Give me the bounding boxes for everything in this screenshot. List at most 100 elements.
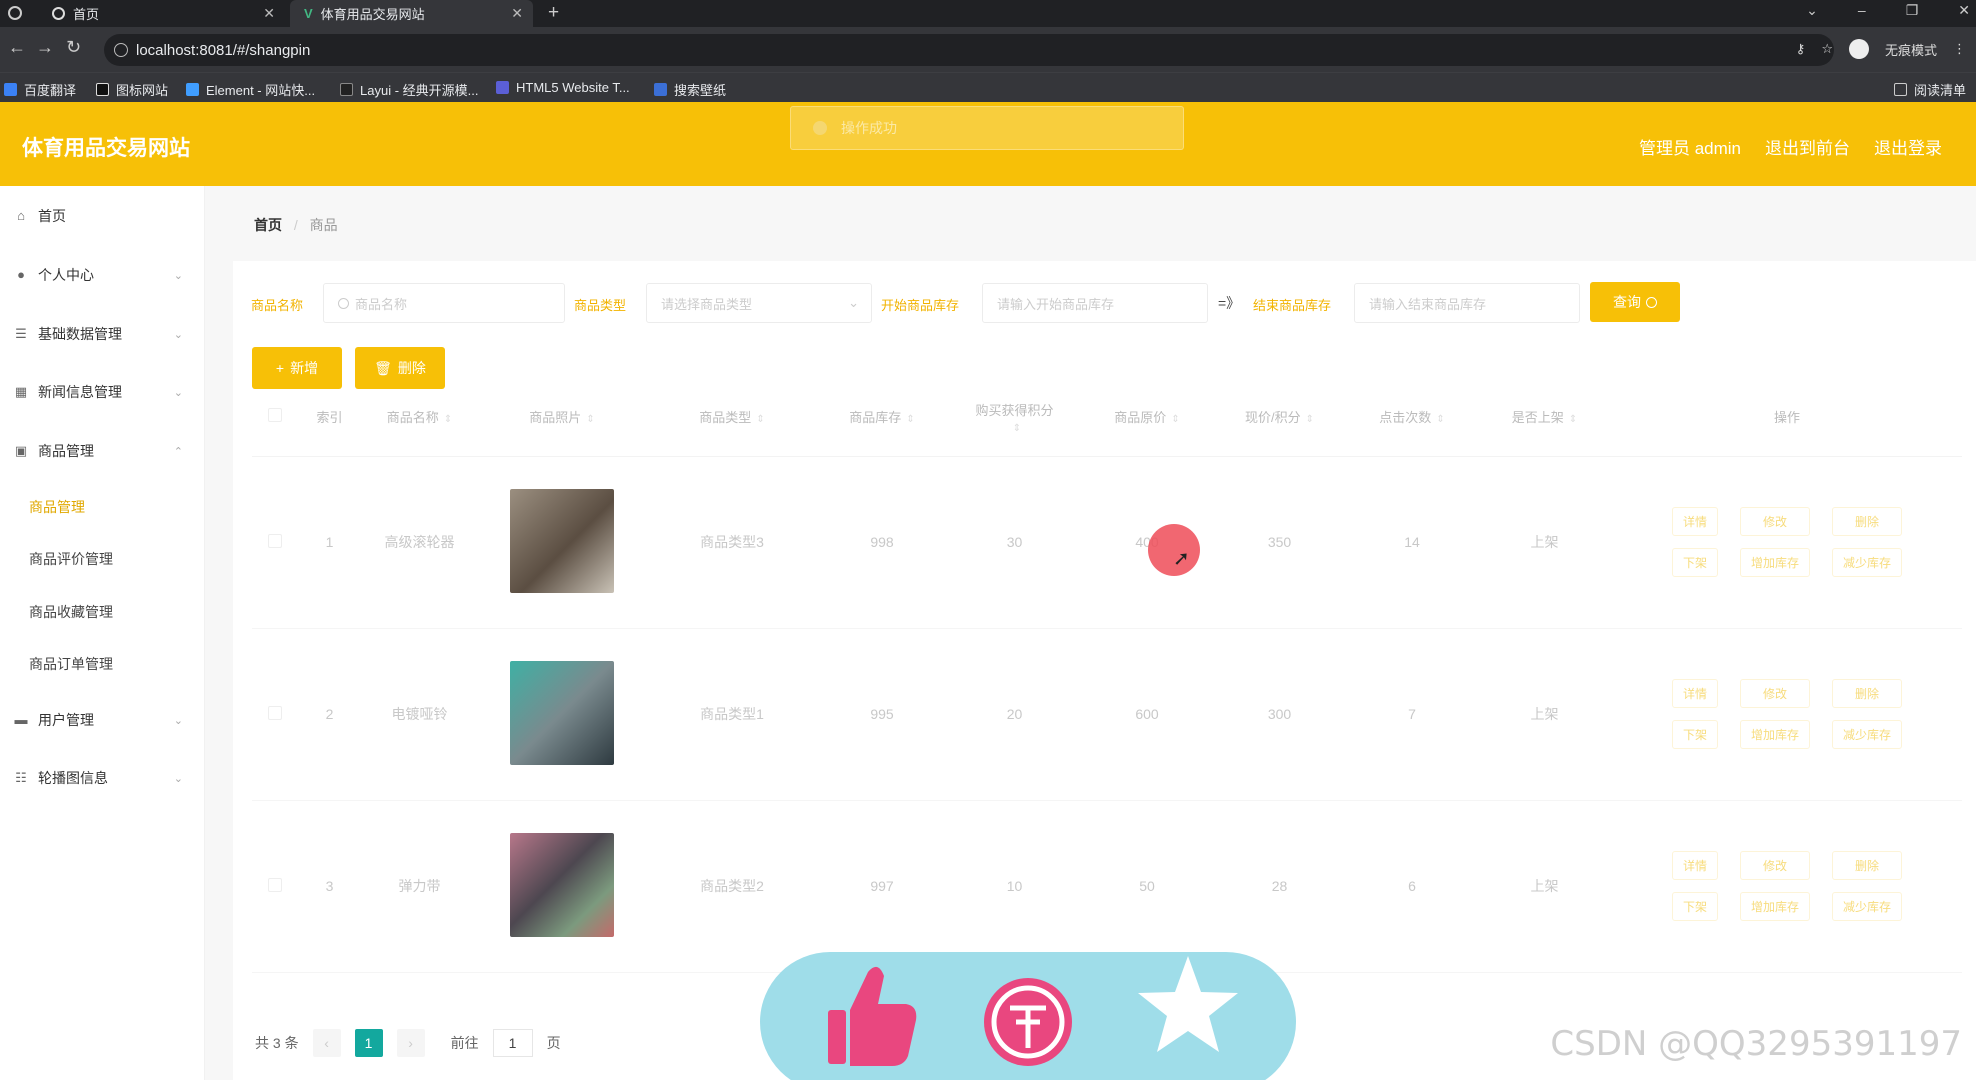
sidebar-sub-product-favorites[interactable]: 商品收藏管理 [29,602,113,622]
restore-icon[interactable]: ❐ [1906,2,1919,19]
prev-page-button[interactable]: ‹ [312,1029,341,1057]
col-header-on-shelf[interactable]: 是否上架 ⇕ [1477,378,1612,457]
delete-row-button[interactable]: 删除 [1832,851,1903,880]
search-button[interactable]: 查询 [1590,282,1680,322]
bookmark-item[interactable]: HTML5 Website T... [496,80,630,95]
col-header-photo[interactable]: 商品照片 ⇕ [477,378,647,457]
product-image[interactable] [510,488,614,593]
cell-photo [477,800,647,973]
bookmark-item[interactable]: 百度翻译 [4,80,76,99]
stock-end-input[interactable]: 请输入结束商品库存 [1354,283,1580,323]
more-icon[interactable]: ⋮ [1953,41,1966,57]
add-stock-button[interactable]: 增加库存 [1739,548,1810,577]
sort-icon: ⇕ [756,414,765,426]
unshelve-button[interactable]: 下架 [1671,892,1718,921]
row-checkbox[interactable] [267,533,282,548]
sidebar-sub-product-manage[interactable]: 商品管理 [29,497,85,517]
close-tab-icon[interactable]: ✕ [511,5,523,22]
to-frontend-link[interactable]: 退出到前台 [1765,134,1850,159]
reduce-stock-button[interactable]: 减少库存 [1832,548,1903,577]
edit-button[interactable]: 修改 [1739,851,1810,880]
reduce-stock-button[interactable]: 减少库存 [1832,892,1903,921]
cell-clicks: 14 [1347,456,1477,629]
address-bar[interactable]: localhost:8081/#/shangpin [104,34,1834,66]
sidebar-item-basic-data[interactable]: ☰ 基础数据管理 ⌄ [0,314,205,354]
forward-icon[interactable]: → [36,37,54,58]
bookmark-item[interactable]: 图标网站 [96,80,168,99]
add-stock-button[interactable]: 增加库存 [1739,892,1810,921]
col-header-clicks[interactable]: 点击次数 ⇕ [1347,378,1477,457]
page-number[interactable]: 1 [354,1029,383,1057]
toast-message: 操作成功 [841,120,897,136]
close-tab-icon[interactable]: ✕ [263,5,275,22]
col-header-name[interactable]: 商品名称 ⇕ [362,378,477,457]
type-filter-select[interactable]: 请选择商品类型 ⌄ [646,283,872,323]
star-icon[interactable] [1138,956,1238,1052]
globe-icon [52,7,65,20]
name-filter-input[interactable]: 商品名称 [323,283,565,323]
reload-icon[interactable]: ↻ [66,37,81,58]
back-icon[interactable]: ← [8,37,26,58]
col-header-stock[interactable]: 商品库存 ⇕ [817,378,947,457]
reduce-stock-button[interactable]: 减少库存 [1832,720,1903,749]
col-header-points[interactable]: 购买获得积分 ⇕ [947,378,1082,457]
breadcrumb-home[interactable]: 首页 [254,217,282,233]
add-stock-button[interactable]: 增加库存 [1739,720,1810,749]
tab-search-icon[interactable]: ⌄ [1806,2,1818,19]
col-header-original-price[interactable]: 商品原价 ⇕ [1082,378,1212,457]
unshelve-button[interactable]: 下架 [1671,548,1718,577]
detail-button[interactable]: 详情 [1671,507,1718,536]
sidebar-item-users[interactable]: ▬ 用户管理 ⌄ [0,700,205,740]
product-image[interactable] [510,832,614,937]
sort-icon: ⇕ [1305,414,1314,426]
detail-button[interactable]: 详情 [1671,679,1718,708]
sidebar-item-home[interactable]: ⌂ 首页 [0,196,205,236]
sidebar-sub-product-review[interactable]: 商品评价管理 [29,549,113,569]
tab-sports-shop[interactable]: V 体育用品交易网站 ✕ [290,0,533,27]
minimize-icon[interactable]: – [1858,2,1866,19]
row-checkbox[interactable] [267,705,282,720]
delete-row-button[interactable]: 删除 [1832,507,1903,536]
browser-menu-icon[interactable] [8,6,22,20]
cell-actions: 详情 修改 删除 下架 增加库存 减少库存 [1612,456,1962,629]
close-window-icon[interactable]: ✕ [1958,2,1970,19]
select-all-checkbox[interactable] [267,408,282,423]
thumbs-up-icon[interactable] [828,966,917,1066]
reading-list[interactable]: 阅读清单 [1893,80,1966,99]
sidebar-sub-product-orders[interactable]: 商品订单管理 [29,654,113,674]
bookmark-star-icon[interactable]: ☆ [1821,41,1833,57]
sidebar-item-news[interactable]: ▦ 新闻信息管理 ⌄ [0,372,205,412]
key-icon[interactable]: ⚷ [1796,41,1806,57]
incognito-icon [1848,39,1869,59]
main-content: 首页 / 商品 商品名称 商品名称 商品类型 请选择商品类型 ⌄ 开始商品库存 … [205,186,1976,1080]
bookmark-item[interactable]: Layui - 经典开源模... [340,80,478,99]
bookmark-item[interactable]: Element - 网站快... [186,80,315,99]
sidebar: ⌂ 首页 ● 个人中心 ⌄ ☰ 基础数据管理 ⌄ ▦ 新闻信息管理 ⌄ ▣ 商品管理 ⌃ 商品管理… [0,186,205,1080]
col-header-current-price[interactable]: 现价/积分 ⇕ [1212,378,1347,457]
goto-page-input[interactable]: 1 [492,1029,533,1057]
stock-start-input[interactable]: 请输入开始商品库存 [982,283,1208,323]
chevron-down-icon: ⌄ [173,328,183,341]
next-page-button[interactable]: › [396,1029,425,1057]
unshelve-button[interactable]: 下架 [1671,720,1718,749]
delete-row-button[interactable]: 删除 [1832,679,1903,708]
col-header-type[interactable]: 商品类型 ⇕ [647,378,817,457]
browser-actions: ⚷ ☆ 无痕模式 ⋮ [1796,39,1966,59]
product-image[interactable] [510,660,614,765]
sidebar-item-products[interactable]: ▣ 商品管理 ⌃ [0,431,205,471]
detail-button[interactable]: 详情 [1671,851,1718,880]
bookmark-item[interactable]: 搜索壁纸 [654,80,726,99]
coin-icon[interactable] [984,978,1072,1066]
edit-button[interactable]: 修改 [1739,507,1810,536]
sidebar-item-profile[interactable]: ● 个人中心 ⌄ [0,255,205,295]
chevron-down-icon: ⌄ [173,386,183,399]
logout-link[interactable]: 退出登录 [1874,134,1942,159]
edit-button[interactable]: 修改 [1739,679,1810,708]
tab-home[interactable]: 首页 ✕ [38,0,285,27]
row-checkbox[interactable] [267,877,282,892]
sidebar-item-carousel[interactable]: ☷ 轮播图信息 ⌄ [0,758,205,798]
new-tab-icon[interactable]: + [548,2,559,24]
mouse-cursor-icon: ➚ [1173,548,1190,570]
incognito-label[interactable]: 无痕模式 [1885,40,1937,59]
cell-on-shelf: 上架 [1477,628,1612,801]
